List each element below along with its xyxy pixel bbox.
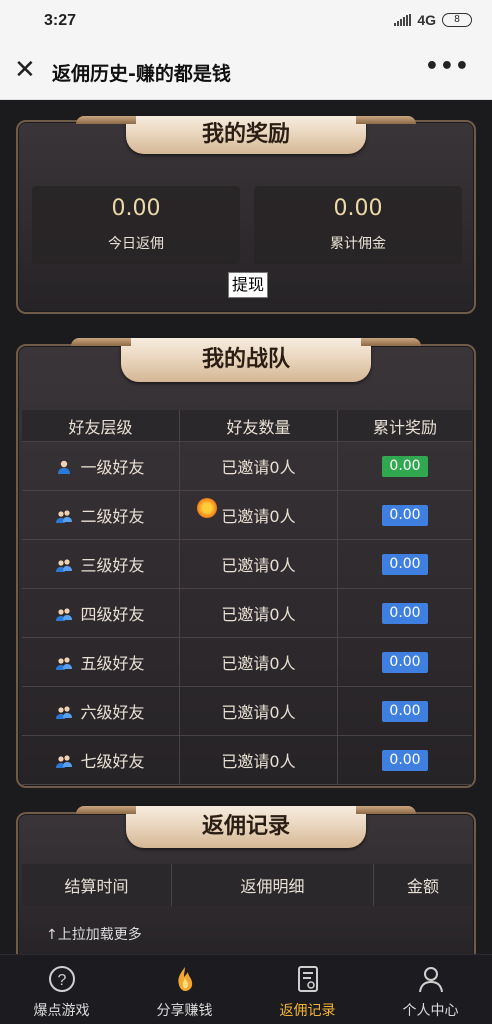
total-reward-value: 0.00 xyxy=(333,196,383,221)
network-type: 4G xyxy=(417,12,436,28)
nav-label-profile: 个人中心 xyxy=(402,1003,459,1019)
users-icon xyxy=(56,753,73,768)
table-row: 七级好友 已邀请0人 0.00 xyxy=(22,736,472,785)
count-cell: 已邀请0人 xyxy=(180,736,338,784)
help-circle-icon: ? xyxy=(47,964,77,994)
bottom-nav: ? 爆点游戏 分享赚钱 返佣记录 个人中心 xyxy=(0,954,492,1024)
table-row: 三级好友 已邀请0人 0.00 xyxy=(22,540,472,589)
users-icon xyxy=(56,557,73,572)
level-label: 六级好友 xyxy=(80,703,145,722)
nav-label-games: 爆点游戏 xyxy=(33,1003,90,1019)
reward-cell: 0.00 xyxy=(338,491,472,539)
header-settle-time: 结算时间 xyxy=(22,864,172,906)
reward-cell: 0.00 xyxy=(338,442,472,490)
level-cell: 二级好友 xyxy=(22,491,180,539)
status-right: 4G 8 xyxy=(394,12,472,28)
header-level: 好友层级 xyxy=(22,410,180,441)
today-reward-label: 今日返佣 xyxy=(108,236,164,252)
status-bar: 3:27 4G 8 xyxy=(0,0,492,44)
record-icon xyxy=(293,964,323,994)
flame-icon xyxy=(170,964,200,994)
battery-icon: 8 xyxy=(442,13,472,27)
level-cell: 七级好友 xyxy=(22,736,180,784)
header-reward: 累计奖励 xyxy=(372,417,437,437)
users-icon xyxy=(56,655,73,670)
rewards-title: 我的奖励 xyxy=(76,116,416,154)
status-time: 3:27 xyxy=(44,12,77,29)
total-reward-label: 累计佣金 xyxy=(330,236,386,252)
signal-icon xyxy=(394,14,412,26)
records-table-header: 结算时间 返佣明细 金额 xyxy=(22,864,472,906)
table-row: 五级好友 已邀请0人 0.00 xyxy=(22,638,472,687)
user-icon xyxy=(416,964,446,994)
users-icon xyxy=(56,704,73,719)
records-title: 返佣记录 xyxy=(76,806,416,848)
withdraw-button[interactable]: 提现 xyxy=(228,272,268,298)
team-panel: 我的战队 好友层级 好友数量 累计奖励 一级好友 已邀请0人 0.00 二级好友 已邀请… xyxy=(16,338,476,788)
reward-cell: 0.00 xyxy=(338,736,472,784)
reward-cell: 0.00 xyxy=(338,589,472,637)
page-title: 返佣历史-赚的都是钱 xyxy=(52,63,231,85)
count-cell: 已邀请0人 xyxy=(180,442,338,490)
watermark-logo xyxy=(197,496,297,536)
users-icon xyxy=(56,508,73,523)
reward-badge: 0.00 xyxy=(382,749,428,771)
reward-badge: 0.00 xyxy=(382,651,428,673)
level-label: 七级好友 xyxy=(80,752,145,771)
level-label: 五级好友 xyxy=(80,654,145,673)
users-icon xyxy=(56,606,73,621)
close-icon[interactable]: ✕ xyxy=(14,57,38,83)
team-title: 我的战队 xyxy=(71,338,421,382)
header-detail: 返佣明细 xyxy=(172,864,374,906)
load-more-hint[interactable]: ↑上拉加载更多 xyxy=(46,924,142,944)
table-row: 六级好友 已邀请0人 0.00 xyxy=(22,687,472,736)
team-table-header: 好友层级 好友数量 累计奖励 xyxy=(22,410,472,442)
reward-cell: 0.00 xyxy=(338,638,472,686)
level-label: 三级好友 xyxy=(80,556,145,575)
table-row: 一级好友 已邀请0人 0.00 xyxy=(22,442,472,491)
level-cell: 五级好友 xyxy=(22,638,180,686)
count-cell: 已邀请0人 xyxy=(180,589,338,637)
nav-item-games[interactable]: ? 爆点游戏 xyxy=(0,955,123,1024)
user-icon xyxy=(56,459,72,474)
nav-item-share[interactable]: 分享赚钱 xyxy=(123,955,246,1024)
sun-logo-icon xyxy=(197,498,217,518)
total-reward-box: 0.00 累计佣金 xyxy=(254,186,462,264)
level-cell: 一级好友 xyxy=(22,442,180,490)
count-cell: 已邀请0人 xyxy=(180,540,338,588)
header-count: 好友数量 xyxy=(180,410,338,441)
count-cell: 已邀请0人 xyxy=(180,687,338,735)
svg-text:?: ? xyxy=(57,972,66,989)
reward-badge: 0.00 xyxy=(382,700,428,722)
reward-badge: 0.00 xyxy=(382,455,428,477)
level-label: 四级好友 xyxy=(80,605,145,624)
records-panel: 返佣记录 结算时间 返佣明细 金额 ↑上拉加载更多 xyxy=(16,806,476,962)
nav-item-records[interactable]: 返佣记录 xyxy=(246,955,369,1024)
more-icon[interactable]: ••• xyxy=(425,54,470,79)
reward-cell: 0.00 xyxy=(338,540,472,588)
level-cell: 四级好友 xyxy=(22,589,180,637)
today-reward-box: 0.00 今日返佣 xyxy=(32,186,240,264)
reward-badge: 0.00 xyxy=(382,504,428,526)
nav-label-records: 返佣记录 xyxy=(279,1003,336,1019)
level-cell: 六级好友 xyxy=(22,687,180,735)
count-cell: 已邀请0人 xyxy=(180,638,338,686)
level-label: 一级好友 xyxy=(80,458,145,477)
today-reward-value: 0.00 xyxy=(111,196,161,221)
header-amount: 金额 xyxy=(406,877,439,896)
nav-item-profile[interactable]: 个人中心 xyxy=(369,955,492,1024)
reward-badge: 0.00 xyxy=(382,602,428,624)
rewards-panel: 我的奖励 0.00 今日返佣 0.00 累计佣金 提现 xyxy=(16,116,476,314)
team-table: 好友层级 好友数量 累计奖励 一级好友 已邀请0人 0.00 二级好友 已邀请0人 0.0… xyxy=(22,410,472,785)
nav-label-share: 分享赚钱 xyxy=(156,1003,213,1019)
level-cell: 三级好友 xyxy=(22,540,180,588)
table-row: 四级好友 已邀请0人 0.00 xyxy=(22,589,472,638)
level-label: 二级好友 xyxy=(80,507,145,526)
reward-cell: 0.00 xyxy=(338,687,472,735)
reward-badge: 0.00 xyxy=(382,553,428,575)
title-bar: ✕ 返佣历史-赚的都是钱 ••• xyxy=(0,44,492,100)
